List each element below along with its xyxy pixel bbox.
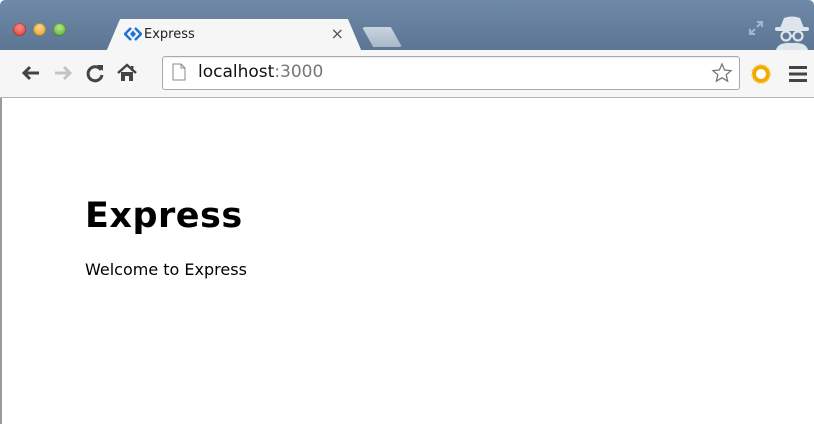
reload-icon[interactable] [84,62,106,84]
welcome-message: Welcome to Express [85,260,247,279]
incognito-icon [775,16,809,50]
browser-toolbar: localhost:3000 [0,50,814,98]
tab-close-button[interactable]: × [331,24,344,43]
url-text: localhost:3000 [198,62,323,82]
page-content: Express Welcome to Express [0,98,814,424]
window-titlebar: Express × [0,0,814,52]
fullscreen-expand-icon[interactable] [748,20,764,36]
tab-express[interactable]: Express × [106,19,362,52]
page-heading: Express [85,196,243,236]
arrow-left-icon[interactable] [20,62,42,84]
star-icon[interactable] [711,62,733,84]
express-chevrons-icon [124,27,142,41]
tab-title: Express [144,27,195,42]
new-tab-button[interactable] [362,27,402,47]
url-port: :3000 [274,62,324,82]
url-host: localhost [198,62,275,82]
page-icon [172,63,186,81]
address-bar[interactable]: localhost:3000 [162,56,740,90]
minimize-window-button[interactable] [33,23,46,36]
home-icon[interactable] [116,62,138,84]
arrow-right-icon[interactable] [52,62,74,84]
hamburger-menu-icon[interactable] [788,65,808,83]
zoom-window-button[interactable] [53,23,66,36]
sun-icon[interactable] [749,62,773,86]
close-window-button[interactable] [13,23,26,36]
